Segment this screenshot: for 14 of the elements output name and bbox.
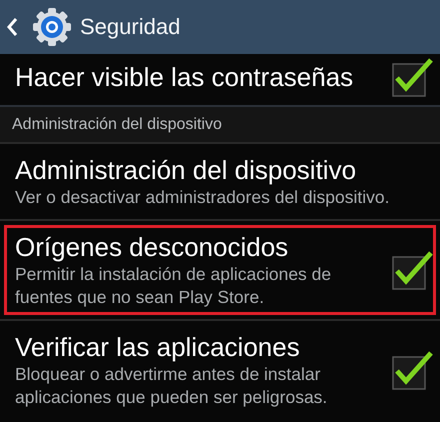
setting-title[interactable]: Orígenes desconocidos bbox=[15, 231, 288, 263]
back-icon[interactable] bbox=[6, 17, 18, 37]
checkbox[interactable] bbox=[391, 249, 433, 291]
setting-summary: Ver o desactivar administradores del dispositivo. bbox=[15, 186, 390, 209]
checkbox[interactable] bbox=[391, 56, 433, 98]
settings-icon bbox=[32, 7, 72, 47]
checkbox[interactable] bbox=[391, 349, 433, 391]
screen-title: Seguridad bbox=[80, 14, 180, 40]
setting-title[interactable]: Administración del dispositivo bbox=[15, 154, 356, 186]
setting-title[interactable]: Hacer visible las contraseñas bbox=[15, 61, 354, 93]
setting-summary: Permitir la instalación de aplicaciones de fuentes que no sean Play Store. bbox=[15, 263, 332, 309]
section-title: Administración del dispositivo bbox=[12, 116, 222, 134]
setting-title[interactable]: Verificar las aplicaciones bbox=[15, 331, 300, 363]
setting-summary: Bloquear o advertirme antes de instalar aplicaciones que pueden ser peligrosas. bbox=[15, 363, 328, 409]
